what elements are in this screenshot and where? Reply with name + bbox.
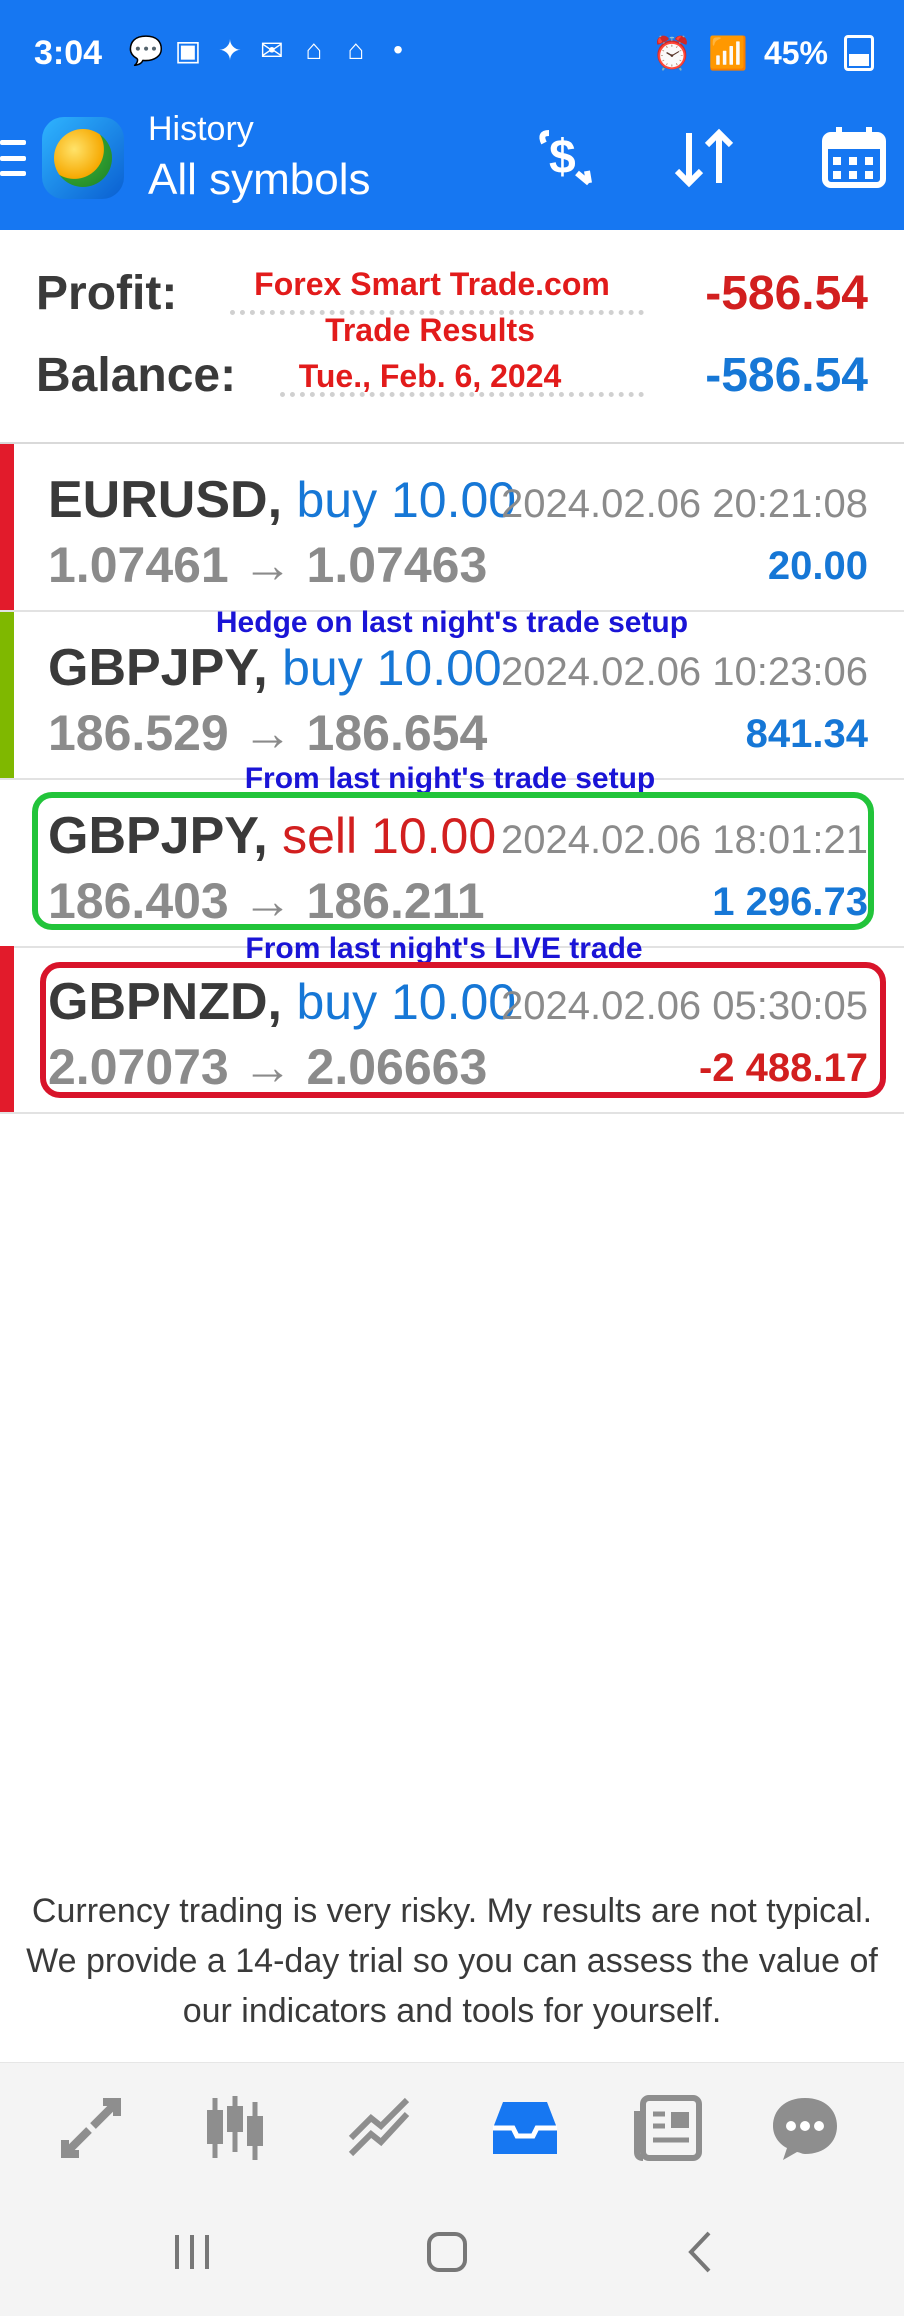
news-icon[interactable] xyxy=(624,2085,714,2171)
dot-icon: • xyxy=(393,34,403,65)
trade-side: buy 10.00 xyxy=(296,472,517,528)
mail-icon: ✉ xyxy=(260,34,284,66)
menu-icon[interactable] xyxy=(0,140,26,176)
trade-symbol: GBPJPY, buy 10.00 xyxy=(48,639,502,697)
trade-side: buy 10.00 xyxy=(282,640,502,696)
message-icon: ▣ xyxy=(174,34,202,66)
status-time: 3:04 xyxy=(34,34,103,72)
bottom-nav xyxy=(0,2062,904,2193)
wifi-icon: 📶 xyxy=(708,35,748,71)
app-bar: 3:04 💬 ▣ ✦ ✉ ⌂ ⌂ • ⏰ 📶 45% History All s… xyxy=(0,0,904,230)
alarm-icon: ⏰ xyxy=(652,35,693,71)
row-marker-green xyxy=(0,612,14,778)
svg-text:$: $ xyxy=(549,131,576,184)
chat-icon: 💬 xyxy=(128,34,164,66)
messages-icon[interactable] xyxy=(760,2085,850,2171)
app-actions: $ xyxy=(524,118,904,198)
home-button-icon[interactable] xyxy=(407,2212,487,2292)
quotes-icon[interactable] xyxy=(46,2085,136,2171)
overlay-line3: Tue., Feb. 6, 2024 xyxy=(298,358,562,394)
title-large[interactable]: All symbols xyxy=(148,155,371,205)
row-marker-red xyxy=(0,946,14,1112)
highlight-box-green xyxy=(32,792,874,930)
status-right: ⏰ 📶 45% xyxy=(652,34,874,72)
home-icon: ⌂ xyxy=(347,34,365,65)
calendar-icon[interactable] xyxy=(814,118,894,198)
app-logo[interactable] xyxy=(42,117,124,199)
trade-pnl: 20.00 xyxy=(767,544,868,588)
broom-icon: ✦ xyxy=(218,34,242,66)
trade-time: 2024.02.06 20:21:08 xyxy=(500,482,868,526)
notification-icons: 💬 ▣ ✦ ✉ ⌂ ⌂ • xyxy=(128,34,414,66)
trade-row[interactable]: GBPJPY, buy 10.00 2024.02.06 10:23:06 18… xyxy=(0,612,904,780)
overlay-line2: Trade Results xyxy=(325,312,535,348)
battery-text: 45% xyxy=(763,34,828,71)
recent-apps-icon[interactable] xyxy=(152,2212,232,2292)
chart-candles-icon[interactable] xyxy=(190,2085,280,2171)
title-small: History xyxy=(148,110,254,148)
overlay-line1: Forex Smart Trade.com xyxy=(254,266,610,302)
disclaimer: Currency trading is very risky. My resul… xyxy=(26,1892,878,2030)
row-marker-red xyxy=(0,444,14,610)
trade-prices: 1.07461 → 1.07463 xyxy=(48,537,488,593)
system-nav xyxy=(0,2192,904,2316)
summary: Profit: -586.54 Balance: -586.54 Forex S… xyxy=(0,230,904,444)
battery-icon xyxy=(844,35,874,71)
trade-symbol: EURUSD, buy 10.00 xyxy=(48,471,517,529)
status-bar: 3:04 💬 ▣ ✦ ✉ ⌂ ⌂ • ⏰ 📶 45% xyxy=(0,0,904,110)
trade-prices: 186.529 → 186.654 xyxy=(48,705,488,761)
back-icon[interactable] xyxy=(662,2212,742,2292)
home-icon: ⌂ xyxy=(305,34,323,65)
history-inbox-icon[interactable] xyxy=(480,2085,570,2171)
trade-icon[interactable] xyxy=(334,2085,424,2171)
highlight-box-red xyxy=(40,962,886,1098)
trade-pnl: 841.34 xyxy=(745,712,868,756)
sort-icon[interactable] xyxy=(664,118,744,198)
trade-row[interactable]: EURUSD, buy 10.00 2024.02.06 20:21:08 1.… xyxy=(0,444,904,612)
dollar-filter-icon[interactable]: $ xyxy=(524,118,604,198)
trade-time: 2024.02.06 10:23:06 xyxy=(500,650,868,694)
